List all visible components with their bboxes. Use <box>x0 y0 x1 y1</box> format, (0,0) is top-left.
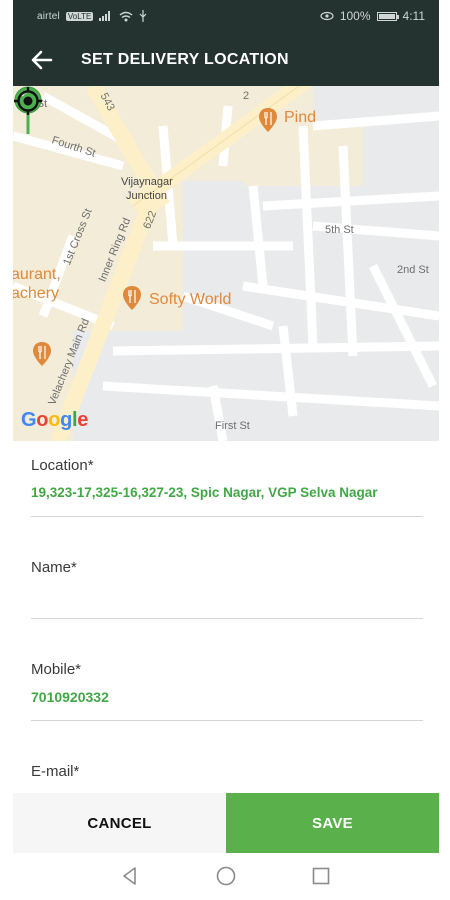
mobile-label: Mobile* <box>31 661 82 678</box>
mobile-field[interactable]: Mobile* 7010920332 <box>31 661 423 721</box>
map-view[interactable]: 1st St Fourth St 543 2 Vijaynagar Juncti… <box>13 86 439 441</box>
google-logo: Google <box>21 409 89 431</box>
battery-percent: 100% <box>339 9 371 23</box>
field-underline <box>31 618 423 619</box>
system-nav-bar <box>13 853 439 900</box>
arrow-left-icon[interactable] <box>27 45 57 75</box>
street-label: 5th St <box>325 224 354 236</box>
signal-icon <box>99 11 111 21</box>
triangle-back-icon[interactable] <box>119 865 141 887</box>
name-field[interactable]: Name* <box>31 559 423 619</box>
status-time: 4:11 <box>402 9 425 23</box>
ice-cream-icon <box>123 286 141 310</box>
mobile-input[interactable]: 7010920332 <box>31 686 423 708</box>
battery-icon <box>376 11 399 21</box>
street-label: 2nd St <box>397 264 429 276</box>
wifi-icon <box>119 11 133 21</box>
page-title: SET DELIVERY LOCATION <box>81 51 289 68</box>
name-input[interactable] <box>31 584 423 606</box>
status-bar: airtel VoLTE 100% 4:11 <box>13 0 439 33</box>
my-location-icon[interactable] <box>13 86 43 116</box>
restaurant-icon <box>33 342 51 366</box>
map-roads <box>13 86 439 441</box>
status-left: airtel VoLTE <box>37 10 147 22</box>
save-button[interactable]: SAVE <box>226 793 439 853</box>
delivery-form: Location* 19,323-17,325-16,327-23, Spic … <box>13 441 439 793</box>
field-underline <box>31 516 423 517</box>
square-recents-icon[interactable] <box>310 865 332 887</box>
poi-label: Softy World <box>149 291 232 308</box>
location-label: Location* <box>31 457 94 474</box>
email-label: E-mail* <box>31 763 80 780</box>
eye-comfort-icon <box>320 11 334 21</box>
street-label: 2 <box>243 90 250 102</box>
action-bar: CANCEL SAVE <box>13 793 439 853</box>
phone-screen: airtel VoLTE 100% 4:11 SET DELIVERY LOCA… <box>13 0 439 900</box>
restaurant-icon <box>259 108 277 132</box>
name-label: Name* <box>31 559 77 576</box>
field-underline <box>31 720 423 721</box>
email-field[interactable]: E-mail* <box>31 763 423 780</box>
location-field[interactable]: Location* 19,323-17,325-16,327-23, Spic … <box>31 457 423 517</box>
poi-label: aurant, <box>13 266 61 283</box>
usb-icon <box>139 10 147 22</box>
carrier-name: airtel <box>37 10 60 22</box>
status-right: 100% 4:11 <box>320 9 425 23</box>
cancel-button[interactable]: CANCEL <box>13 793 226 853</box>
poi-label: Pind <box>284 109 317 126</box>
street-label: Junction <box>126 190 167 202</box>
street-label: Vijaynagar <box>121 176 173 188</box>
street-label: First St <box>215 420 250 432</box>
circle-home-icon[interactable] <box>215 865 237 887</box>
poi-label: achery <box>13 285 60 302</box>
app-bar: SET DELIVERY LOCATION <box>13 33 439 86</box>
location-value[interactable]: 19,323-17,325-16,327-23, Spic Nagar, VGP… <box>31 482 423 504</box>
carrier-badge: VoLTE <box>65 11 94 21</box>
